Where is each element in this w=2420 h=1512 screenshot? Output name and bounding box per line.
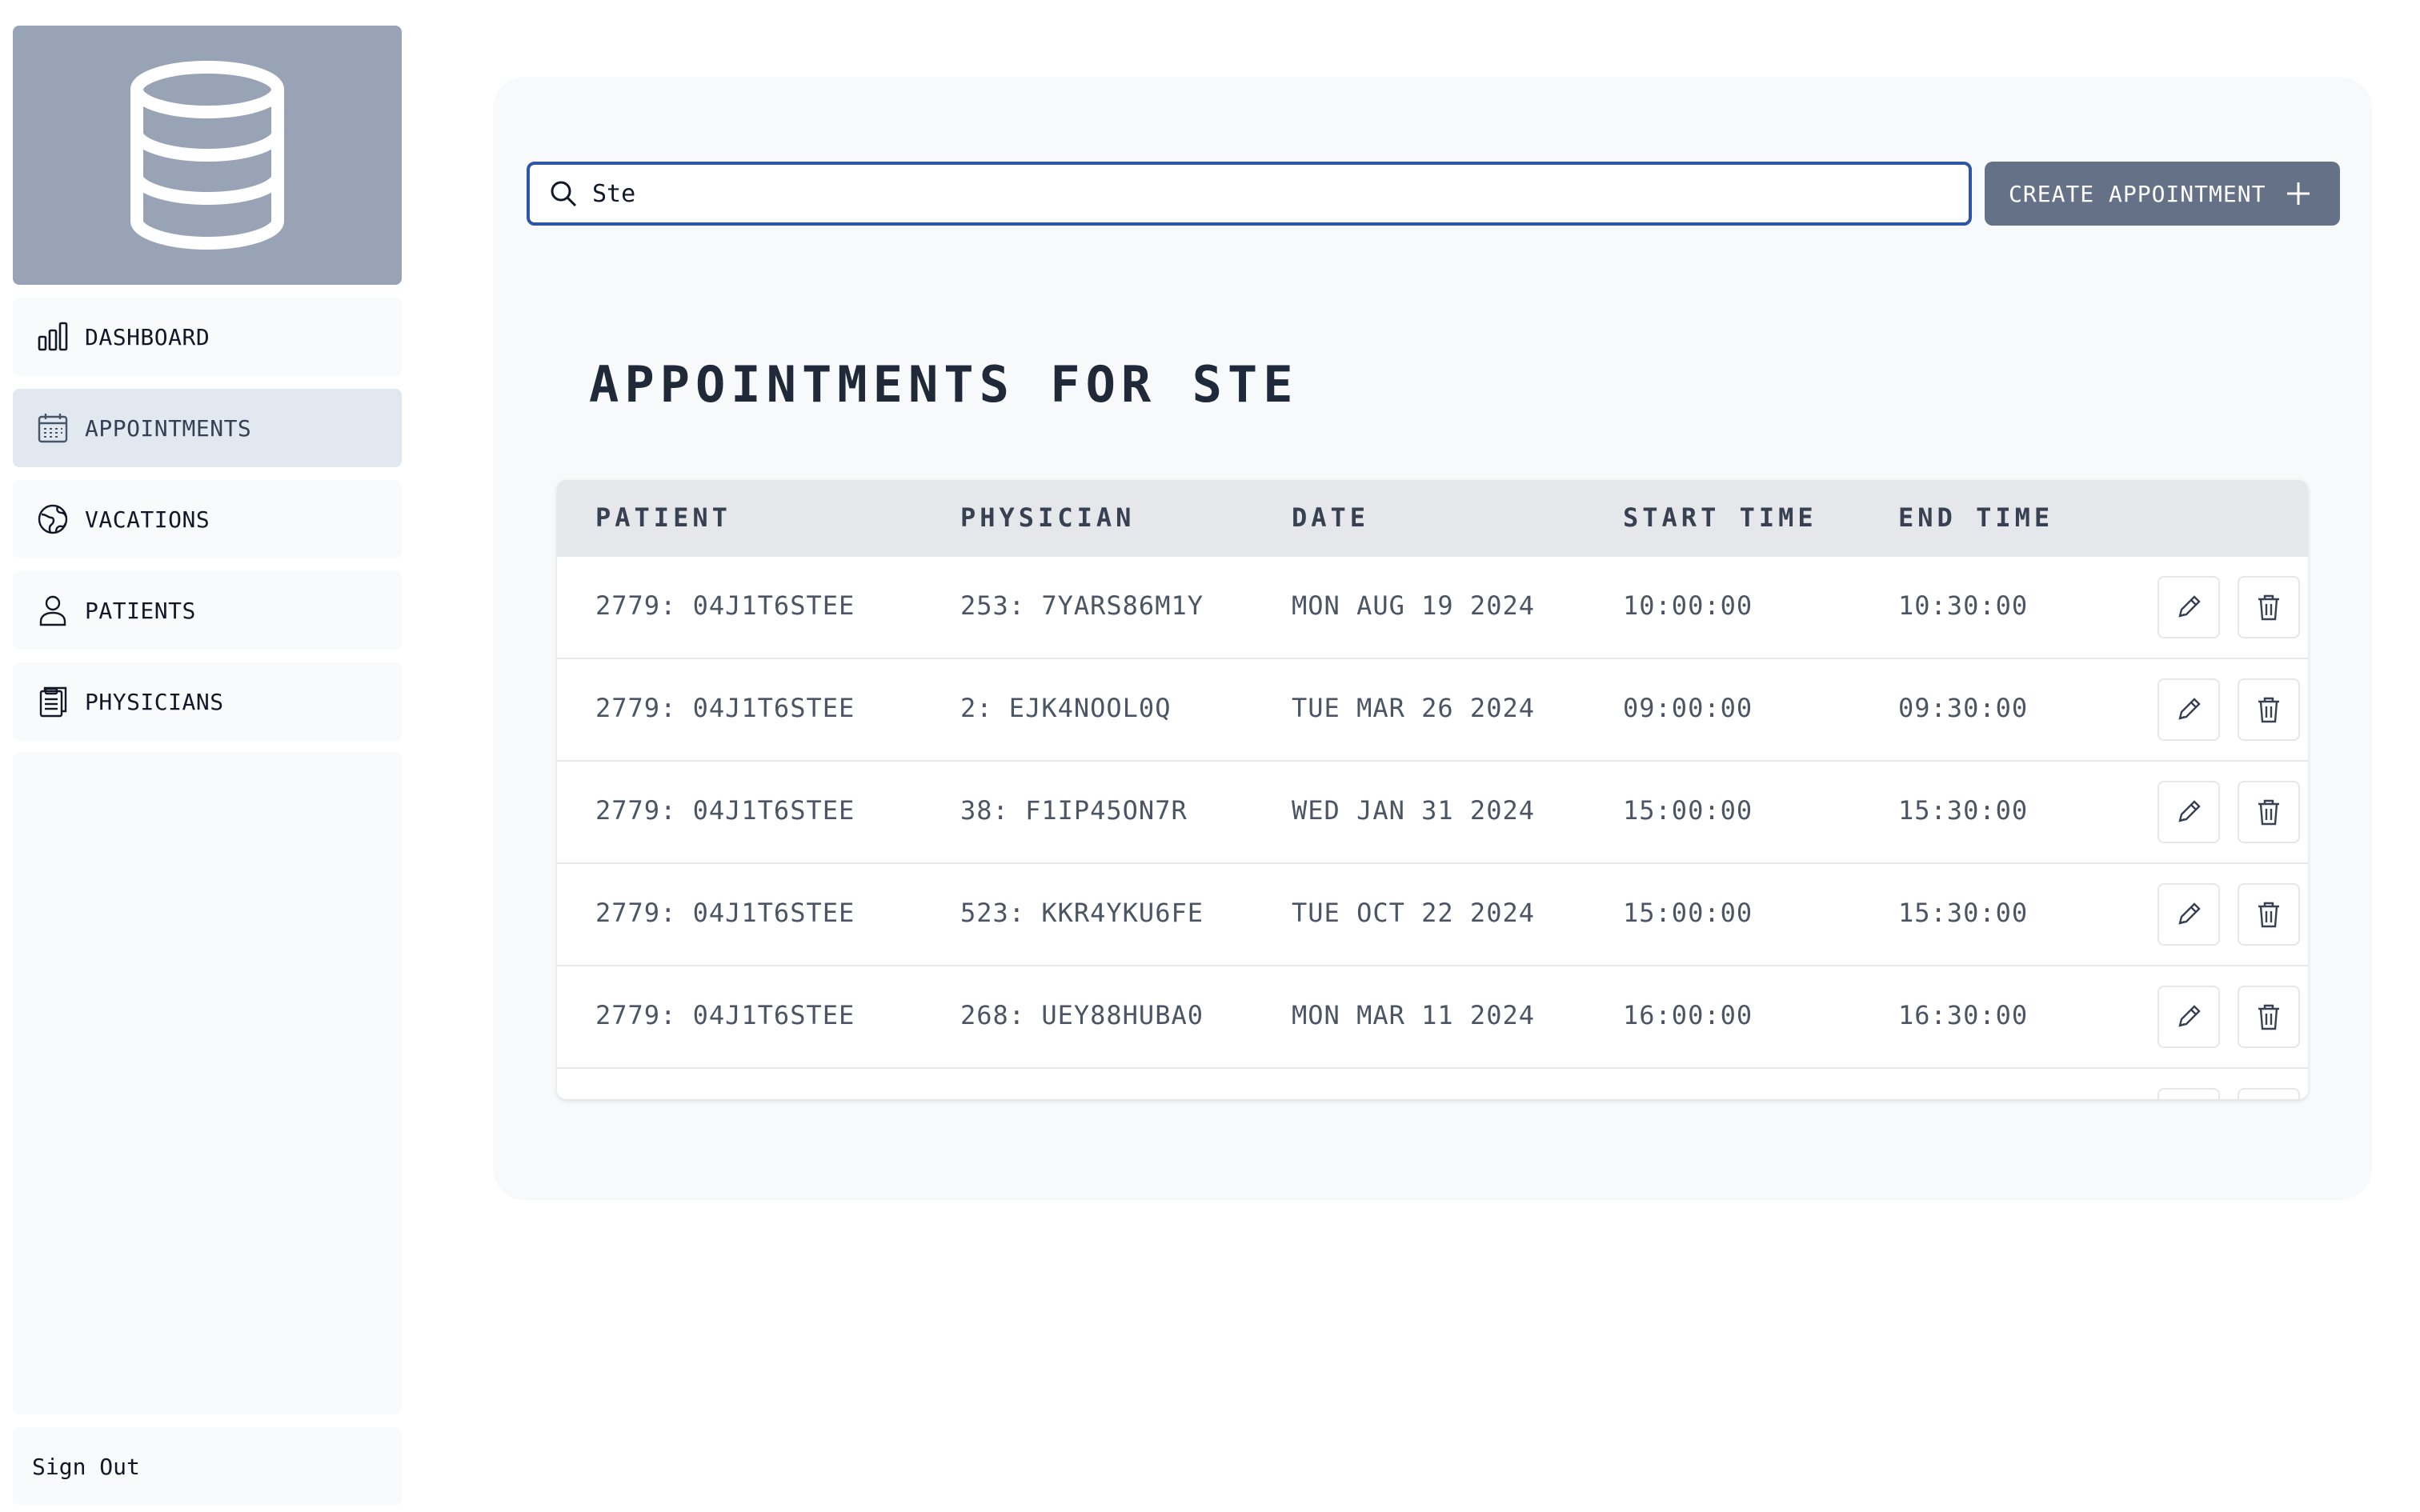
table-row[interactable]	[557, 1069, 2308, 1099]
cell-start: 15:00:00	[1623, 795, 1753, 826]
app-logo	[13, 26, 402, 285]
sidebar: DASHBOARD APPOINTMENTS VACATIONS PATIENT…	[13, 26, 402, 1507]
cell-end: 10:30:00	[1898, 590, 2029, 621]
sidebar-item-vacations[interactable]: VACATIONS	[13, 480, 402, 558]
table-row[interactable]: 2779: 04J1T6STEE 523: KKR4YKU6FE TUE OCT 2…	[557, 864, 2308, 966]
column-header-physician[interactable]: PHYSICIAN	[960, 502, 1135, 533]
main-panel: CREATE APPOINTMENT APPOINTMENTS FOR STE …	[493, 77, 2372, 1200]
column-header-end-time[interactable]: END TIME	[1898, 502, 2053, 533]
sidebar-item-patients[interactable]: PATIENTS	[13, 571, 402, 650]
sidebar-item-label: DASHBOARD	[85, 323, 210, 350]
delete-button[interactable]	[2238, 986, 2300, 1048]
pencil-icon	[2174, 694, 2204, 725]
cell-end: 16:30:00	[1898, 1000, 2029, 1030]
cell-end: 15:30:00	[1898, 795, 2029, 826]
clipboard-icon	[35, 684, 70, 719]
edit-button[interactable]	[2158, 678, 2220, 741]
user-icon	[35, 593, 70, 628]
cell-date: WED JAN 31 2024	[1292, 795, 1535, 826]
delete-button[interactable]	[2238, 883, 2300, 946]
cell-date: MON AUG 19 2024	[1292, 590, 1535, 621]
edit-button[interactable]	[2158, 883, 2220, 946]
cell-physician: 268: UEY88HUBA0	[960, 1000, 1204, 1030]
edit-button[interactable]	[2158, 576, 2220, 638]
delete-button[interactable]	[2238, 1088, 2300, 1099]
pencil-icon	[2174, 1002, 2204, 1032]
table-header: PATIENT PHYSICIAN DATE START TIME END TI…	[557, 480, 2308, 557]
trash-icon	[2254, 694, 2284, 725]
cell-start: 09:00:00	[1623, 693, 1753, 723]
pencil-icon	[2174, 899, 2204, 930]
cell-physician: 253: 7YARS86M1Y	[960, 590, 1204, 621]
cell-end: 09:30:00	[1898, 693, 2029, 723]
table-row[interactable]: 2779: 04J1T6STEE 268: UEY88HUBA0 MON MAR 1…	[557, 966, 2308, 1069]
sidebar-item-label: VACATIONS	[85, 506, 210, 533]
cell-patient: 2779: 04J1T6STEE	[595, 693, 855, 723]
cell-patient: 2779: 04J1T6STEE	[595, 590, 855, 621]
sidebar-item-label: APPOINTMENTS	[85, 414, 252, 442]
edit-button[interactable]	[2158, 1088, 2220, 1099]
cell-start: 15:00:00	[1623, 898, 1753, 928]
sidebar-item-appointments[interactable]: APPOINTMENTS	[13, 389, 402, 467]
cell-physician: 2: EJK4NOOL0Q	[960, 693, 1172, 723]
cell-end: 15:30:00	[1898, 898, 2029, 928]
cell-physician: 38: F1IP45ON7R	[960, 795, 1188, 826]
page-title-prefix: APPOINTMENTS FOR	[589, 355, 1192, 414]
plus-icon	[2287, 182, 2310, 205]
cell-patient: 2779: 04J1T6STEE	[595, 1000, 855, 1030]
page-title: APPOINTMENTS FOR STE	[589, 355, 1299, 414]
trash-icon	[2254, 592, 2284, 622]
edit-button[interactable]	[2158, 781, 2220, 843]
table-row[interactable]: 2779: 04J1T6STEE 2: EJK4NOOL0Q TUE MAR 26 …	[557, 659, 2308, 762]
pencil-icon	[2174, 797, 2204, 827]
search-input[interactable]	[592, 179, 1937, 208]
cell-start: 10:00:00	[1623, 590, 1753, 621]
cell-start: 16:00:00	[1623, 1000, 1753, 1030]
cell-date: TUE MAR 26 2024	[1292, 693, 1535, 723]
bar-chart-icon	[35, 319, 70, 354]
column-header-patient[interactable]: PATIENT	[595, 502, 731, 533]
appointments-table: PATIENT PHYSICIAN DATE START TIME END TI…	[557, 480, 2308, 1099]
search-field[interactable]	[527, 162, 1972, 226]
sidebar-spacer	[13, 752, 402, 1414]
cell-patient: 2779: 04J1T6STEE	[595, 795, 855, 826]
create-appointment-button[interactable]: CREATE APPOINTMENT	[1985, 162, 2340, 226]
search-term: STE	[1192, 355, 1299, 414]
trash-icon	[2254, 797, 2284, 827]
delete-button[interactable]	[2238, 678, 2300, 741]
edit-button[interactable]	[2158, 986, 2220, 1048]
sign-out-button[interactable]: Sign Out	[13, 1427, 402, 1506]
cell-date: MON MAR 11 2024	[1292, 1000, 1535, 1030]
calendar-icon	[35, 410, 70, 446]
search-icon	[547, 178, 579, 210]
sidebar-item-label: PATIENTS	[85, 597, 196, 624]
cell-date: TUE OCT 22 2024	[1292, 898, 1535, 928]
table-row[interactable]: 2779: 04J1T6STEE 253: 7YARS86M1Y MON AUG 1…	[557, 557, 2308, 659]
trash-icon	[2254, 1002, 2284, 1032]
cell-patient: 2779: 04J1T6STEE	[595, 898, 855, 928]
table-row[interactable]: 2779: 04J1T6STEE 38: F1IP45ON7R WED JAN 31…	[557, 762, 2308, 864]
create-appointment-label: CREATE APPOINTMENT	[2009, 180, 2266, 207]
globe-icon	[35, 502, 70, 537]
sidebar-item-dashboard[interactable]: DASHBOARD	[13, 298, 402, 376]
pencil-icon	[2174, 592, 2204, 622]
database-icon	[130, 61, 284, 250]
column-header-start-time[interactable]: START TIME	[1623, 502, 1817, 533]
cell-physician: 523: KKR4YKU6FE	[960, 898, 1204, 928]
delete-button[interactable]	[2238, 576, 2300, 638]
sidebar-item-label: PHYSICIANS	[85, 688, 224, 715]
trash-icon	[2254, 899, 2284, 930]
sidebar-item-physicians[interactable]: PHYSICIANS	[13, 662, 402, 741]
column-header-date[interactable]: DATE	[1292, 502, 1369, 533]
delete-button[interactable]	[2238, 781, 2300, 843]
